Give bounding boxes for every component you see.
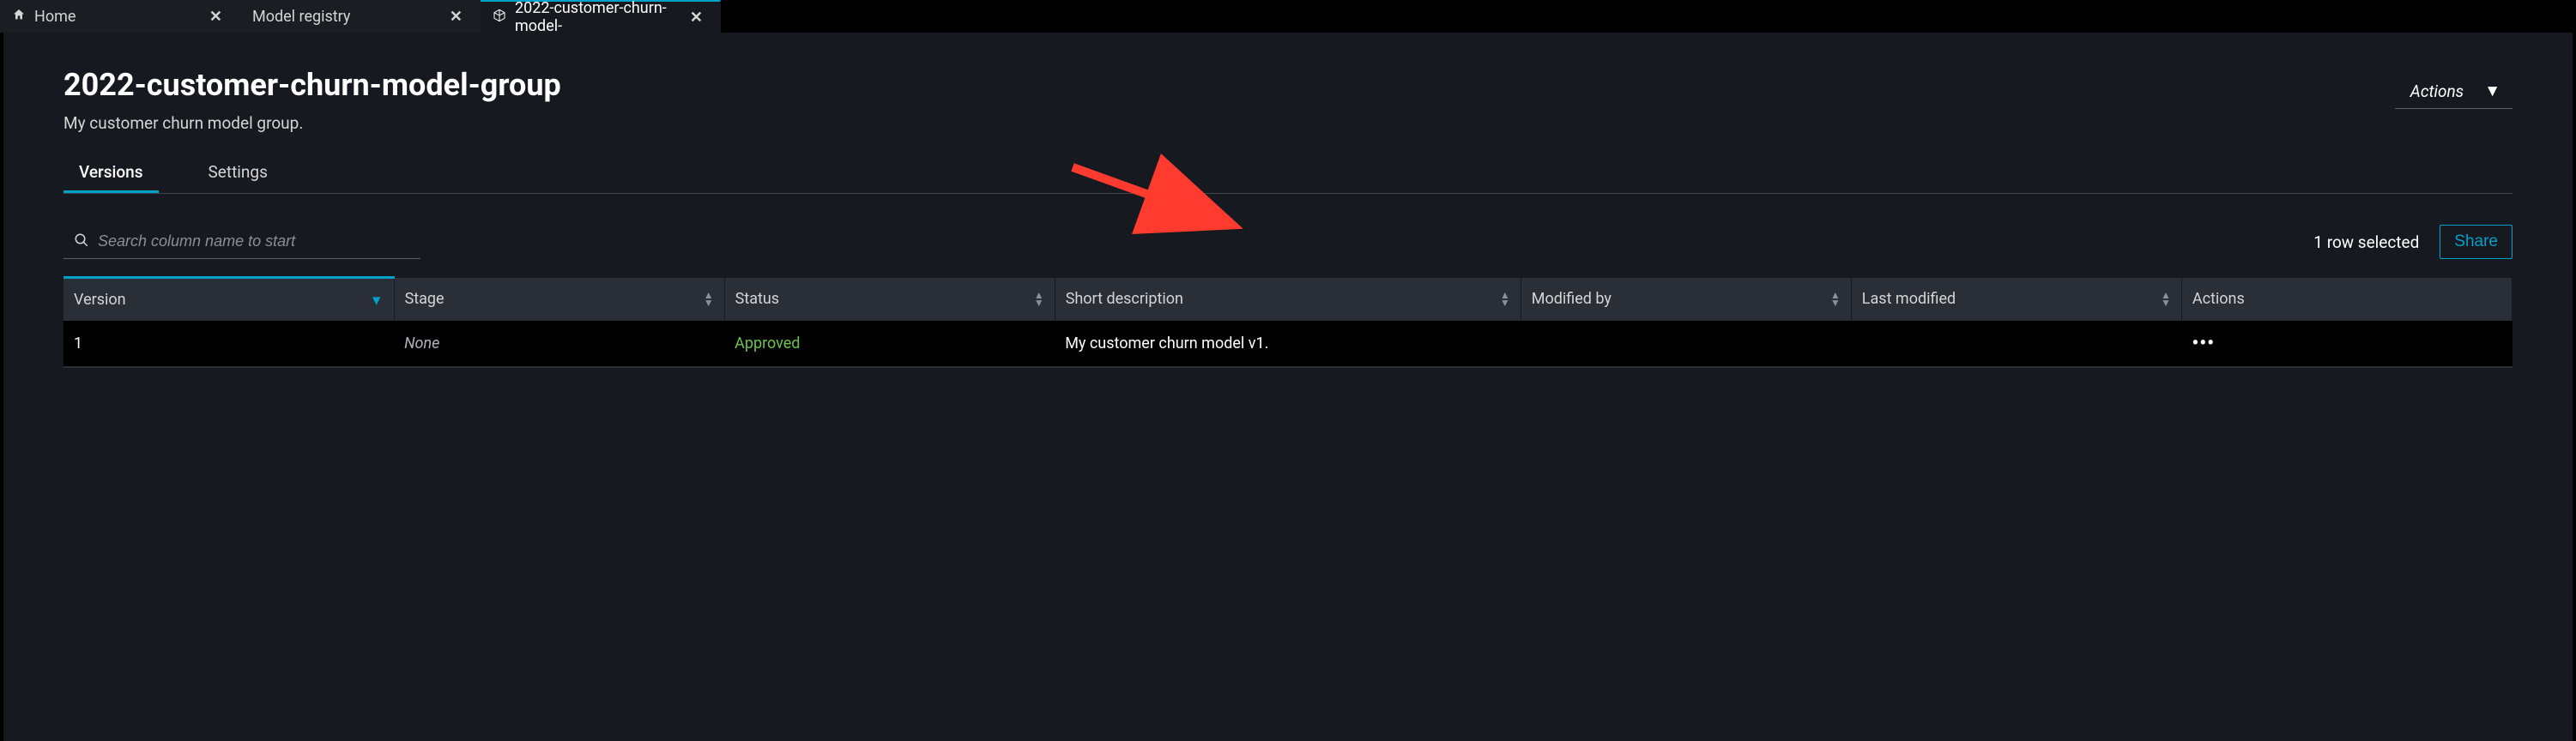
cube-icon <box>493 9 506 27</box>
subtabs: Versions Settings <box>63 154 2513 194</box>
tab-model-group-label: 2022-customer-churn-model- <box>515 0 681 35</box>
tab-home[interactable]: Home ✕ <box>0 0 240 33</box>
tab-model-registry-label: Model registry <box>252 8 350 26</box>
tab-settings[interactable]: Settings <box>193 154 283 193</box>
tab-home-label: Home <box>34 8 76 26</box>
rows-selected-text: 1 row selected <box>2313 232 2419 252</box>
actions-dropdown[interactable]: Actions ▼ <box>2395 74 2513 109</box>
search-input[interactable] <box>98 232 410 250</box>
page-description: My customer churn model group. <box>63 113 561 133</box>
col-modified-by[interactable]: Modified by ▲▼ <box>1521 278 1851 322</box>
col-last-modified[interactable]: Last modified ▲▼ <box>1851 278 2181 322</box>
cell-stage: None <box>394 321 724 367</box>
main-content: 2022-customer-churn-model-group My custo… <box>3 33 2573 741</box>
tabs-bar: Home ✕ Model registry ✕ 2022-customer-ch… <box>0 0 2576 33</box>
close-icon[interactable]: ✕ <box>209 8 222 26</box>
share-button[interactable]: Share <box>2440 225 2513 259</box>
col-version[interactable]: Version ▼ <box>63 278 394 322</box>
cell-version: 1 <box>63 321 394 367</box>
col-status-label: Status <box>735 290 779 308</box>
sort-icon: ▲▼ <box>704 292 714 307</box>
col-version-label: Version <box>74 291 126 309</box>
actions-dropdown-label: Actions <box>2410 81 2464 101</box>
page-title: 2022-customer-churn-model-group <box>63 67 561 103</box>
col-stage[interactable]: Stage ▲▼ <box>394 278 724 322</box>
cell-status: Approved <box>724 321 1055 367</box>
cell-short-description: My customer churn model v1. <box>1055 321 1521 367</box>
col-actions: Actions <box>2181 278 2512 322</box>
tab-versions[interactable]: Versions <box>63 154 159 193</box>
sort-icon: ▲▼ <box>1034 292 1044 307</box>
search-icon <box>74 232 89 251</box>
sort-icon: ▲▼ <box>2161 292 2171 307</box>
sort-icon: ▲▼ <box>1500 292 1510 307</box>
cell-modified-by <box>1521 321 1851 367</box>
tab-model-registry[interactable]: Model registry ✕ <box>240 0 481 33</box>
versions-table: Version ▼ Stage ▲▼ Status ▲▼ Short descr… <box>63 276 2513 368</box>
col-last-modified-label: Last modified <box>1862 290 1956 308</box>
col-stage-label: Stage <box>405 290 444 308</box>
sort-down-icon: ▼ <box>370 296 384 304</box>
close-icon[interactable]: ✕ <box>690 9 703 27</box>
cell-last-modified <box>1851 321 2181 367</box>
col-short-description-label: Short description <box>1066 290 1183 308</box>
table-row[interactable]: 1 None Approved My customer churn model … <box>63 321 2513 367</box>
tab-model-group[interactable]: 2022-customer-churn-model- ✕ <box>481 0 721 33</box>
cell-actions: ••• <box>2181 321 2512 367</box>
search-wrap <box>63 226 420 259</box>
chevron-down-icon: ▼ <box>2484 81 2500 101</box>
row-actions-menu[interactable]: ••• <box>2192 333 2215 354</box>
col-modified-by-label: Modified by <box>1532 290 1612 308</box>
col-actions-label: Actions <box>2192 290 2245 308</box>
col-short-description[interactable]: Short description ▲▼ <box>1055 278 1521 322</box>
close-icon[interactable]: ✕ <box>450 8 463 26</box>
col-status[interactable]: Status ▲▼ <box>724 278 1055 322</box>
home-icon <box>12 8 26 26</box>
sort-icon: ▲▼ <box>1830 292 1841 307</box>
